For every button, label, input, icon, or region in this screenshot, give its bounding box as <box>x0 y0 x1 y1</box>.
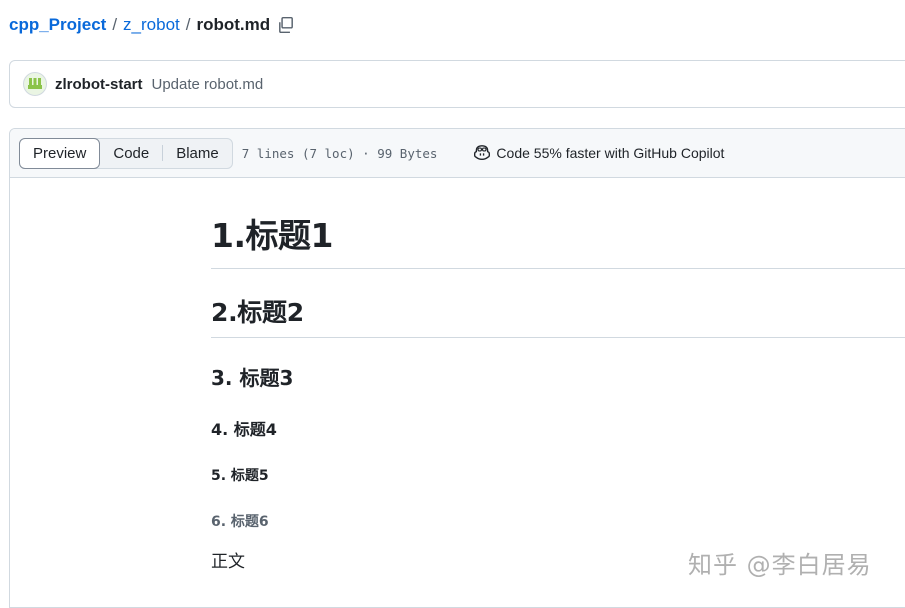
breadcrumb-current-file: robot.md <box>196 15 271 34</box>
file-viewer: Preview Code Blame 7 lines (7 loc) · 99 … <box>9 128 905 608</box>
file-header: Preview Code Blame 7 lines (7 loc) · 99 … <box>10 129 905 178</box>
markdown-heading-3: 3. 标题3 <box>211 366 294 390</box>
tab-preview[interactable]: Preview <box>19 137 101 169</box>
tab-blame[interactable]: Blame <box>163 139 232 168</box>
file-meta-info: 7 lines (7 loc) · 99 Bytes <box>241 145 438 161</box>
copilot-icon <box>473 143 491 164</box>
watermark: 知乎 @李白居易 <box>688 551 872 579</box>
latest-commit-bar: zlrobot-start Update robot.md <box>9 60 905 108</box>
copilot-promo-link[interactable]: Code 55% faster with GitHub Copilot <box>473 143 724 164</box>
markdown-heading-5: 5. 标题5 <box>211 468 269 484</box>
avatar[interactable] <box>23 72 47 96</box>
heading-2-rule <box>211 337 905 338</box>
commit-message-link[interactable]: Update robot.md <box>152 76 264 93</box>
breadcrumb-separator: / <box>112 15 118 34</box>
breadcrumb: cpp_Project / z_robot / robot.md <box>9 13 295 37</box>
markdown-heading-4: 4. 标题4 <box>211 420 277 439</box>
tab-code[interactable]: Code <box>100 139 162 168</box>
markdown-heading-6: 6. 标题6 <box>211 514 269 530</box>
copy-icon[interactable] <box>277 16 295 34</box>
breadcrumb-folder-link[interactable]: z_robot <box>123 15 180 35</box>
markdown-heading-1: 1.标题1 <box>211 216 333 255</box>
commit-author-link[interactable]: zlrobot-start <box>55 76 143 93</box>
breadcrumb-repo-link[interactable]: cpp_Project <box>9 15 106 35</box>
markdown-body-text: 正文 <box>211 552 245 572</box>
breadcrumb-separator: / <box>185 15 191 34</box>
copilot-label: Code 55% faster with GitHub Copilot <box>496 145 725 161</box>
markdown-heading-2: 2.标题2 <box>211 298 304 327</box>
view-mode-toggle: Preview Code Blame <box>19 137 233 169</box>
heading-1-rule <box>211 268 905 269</box>
